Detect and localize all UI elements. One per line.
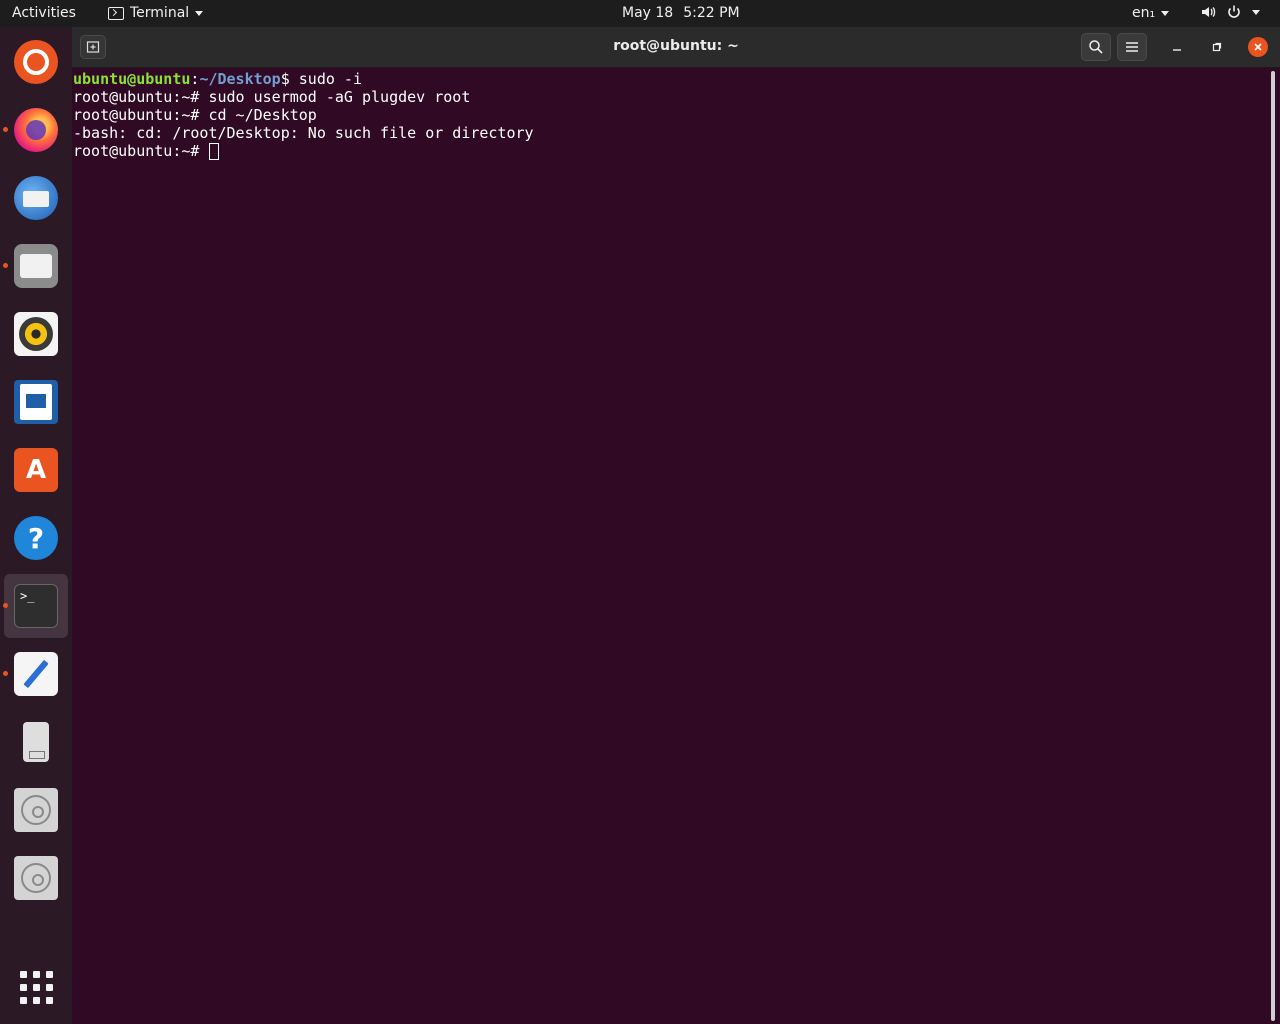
dock-item-files[interactable] bbox=[3, 234, 68, 298]
disk-icon bbox=[14, 856, 58, 900]
files-icon bbox=[14, 244, 58, 288]
running-indicator bbox=[3, 671, 8, 676]
clock-button[interactable]: May 18 5:22 PM bbox=[622, 5, 740, 21]
usb-drive-icon bbox=[14, 720, 58, 764]
terminal-window: root@ubuntu: ~ ubuntu@ubuntu:~/Desktop$ … bbox=[72, 27, 1280, 1024]
disk-icon bbox=[14, 788, 58, 832]
close-icon bbox=[1254, 43, 1262, 51]
minimize-icon bbox=[1173, 49, 1181, 51]
chevron-down-icon bbox=[1252, 9, 1260, 15]
terminal-line: root@ubuntu:~# bbox=[73, 142, 1265, 160]
hamburger-menu-icon bbox=[1126, 42, 1138, 52]
dock-item-software[interactable]: A bbox=[4, 438, 68, 502]
help-icon: ? bbox=[14, 516, 58, 560]
prompt-user-host: ubuntu@ubuntu bbox=[73, 70, 191, 88]
text-editor-icon bbox=[14, 652, 58, 696]
terminal-line: root@ubuntu:~# cd ~/Desktop bbox=[73, 106, 317, 124]
chevron-down-icon bbox=[195, 10, 204, 16]
clock-time: 5:22 PM bbox=[683, 5, 740, 21]
dock-item-disk-1[interactable] bbox=[4, 778, 68, 842]
firefox-icon bbox=[14, 108, 58, 152]
dock-item-text-editor[interactable] bbox=[3, 642, 68, 706]
system-menu-button[interactable] bbox=[1200, 4, 1260, 20]
dock-item-terminal[interactable]: >_ bbox=[3, 574, 68, 638]
dock-item-usb-drive[interactable] bbox=[4, 710, 68, 774]
current-prompt: root@ubuntu:~# bbox=[73, 142, 209, 160]
prompt-path: ~/Desktop bbox=[199, 70, 281, 88]
title-bar[interactable]: root@ubuntu: ~ bbox=[72, 27, 1280, 68]
input-source-button[interactable]: en₁ bbox=[1132, 5, 1170, 21]
dock: A ? >_ bbox=[0, 27, 72, 1024]
scrollbar[interactable] bbox=[1271, 71, 1275, 1021]
writer-icon bbox=[14, 380, 58, 424]
input-source-label: en₁ bbox=[1132, 5, 1156, 21]
dock-item-ubuntu[interactable] bbox=[4, 30, 68, 94]
dock-item-writer[interactable] bbox=[4, 370, 68, 434]
terminal-line: ubuntu@ubuntu:~/Desktop$ sudo -i bbox=[73, 70, 1265, 88]
search-icon bbox=[1089, 40, 1103, 54]
restore-button[interactable] bbox=[1202, 33, 1232, 61]
clock-date: May 18 bbox=[622, 5, 674, 21]
search-button[interactable] bbox=[1081, 33, 1111, 61]
dock-item-disk-2[interactable] bbox=[4, 846, 68, 910]
app-menu-label: Terminal bbox=[130, 5, 190, 21]
menu-button[interactable] bbox=[1117, 33, 1147, 61]
rhythmbox-icon bbox=[14, 312, 58, 356]
chevron-down-icon bbox=[1161, 10, 1170, 16]
prompt-command: $ sudo -i bbox=[280, 70, 362, 88]
terminal-line: root@ubuntu:~# sudo usermod -aG plugdev … bbox=[73, 88, 471, 106]
volume-icon bbox=[1202, 7, 1216, 17]
terminal-icon: >_ bbox=[14, 584, 58, 628]
dock-item-firefox[interactable] bbox=[3, 98, 68, 162]
restore-icon bbox=[1212, 42, 1222, 52]
software-store-icon: A bbox=[14, 448, 58, 492]
running-indicator bbox=[3, 127, 8, 132]
app-menu-button[interactable]: Terminal bbox=[108, 5, 204, 21]
terminal-line: -bash: cd: /root/Desktop: No such file o… bbox=[73, 124, 534, 142]
dock-item-help[interactable]: ? bbox=[4, 506, 68, 570]
app-grid-icon bbox=[19, 970, 53, 1004]
terminal-output[interactable]: ubuntu@ubuntu:~/Desktop$ sudo -i root@ubu… bbox=[73, 69, 1265, 1024]
ubuntu-logo-icon bbox=[14, 40, 58, 84]
running-indicator bbox=[3, 263, 8, 268]
minimize-button[interactable] bbox=[1162, 33, 1192, 61]
dock-item-thunderbird[interactable] bbox=[4, 166, 68, 230]
running-indicator bbox=[3, 603, 8, 608]
terminal-icon bbox=[108, 6, 124, 20]
close-button[interactable] bbox=[1248, 37, 1268, 57]
thunderbird-icon bbox=[14, 176, 58, 220]
show-applications-button[interactable] bbox=[4, 955, 68, 1019]
dock-item-rhythmbox[interactable] bbox=[4, 302, 68, 366]
text-cursor bbox=[209, 143, 220, 160]
power-icon bbox=[1228, 5, 1240, 18]
top-bar: Activities Terminal May 18 5:22 PM en₁ bbox=[0, 0, 1280, 27]
activities-button[interactable]: Activities bbox=[12, 5, 76, 21]
